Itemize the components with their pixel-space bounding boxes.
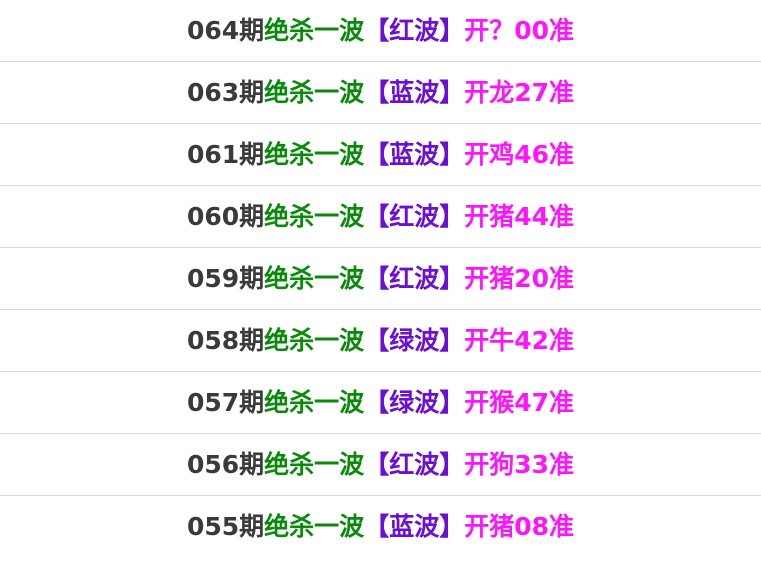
result-label: 开猪08准 — [464, 512, 574, 541]
result-label: 开牛42准 — [464, 326, 574, 355]
period-label: 058期 — [186, 326, 265, 355]
kill-label: 绝杀一波 — [264, 326, 365, 355]
list-item: 063期绝杀一波【蓝波】开龙27准 — [0, 62, 761, 124]
period-label: 056期 — [186, 450, 265, 479]
kill-label: 绝杀一波 — [264, 202, 365, 231]
kill-label: 绝杀一波 — [264, 264, 365, 293]
wave-label: 【蓝波】 — [364, 140, 465, 169]
kill-label: 绝杀一波 — [264, 512, 365, 541]
list-item: 056期绝杀一波【红波】开狗33准 — [0, 434, 761, 496]
result-label: 开猪20准 — [464, 264, 574, 293]
result-label: 开猴47准 — [464, 388, 574, 417]
wave-label: 【红波】 — [364, 264, 465, 293]
result-label: 开猪44准 — [464, 202, 574, 231]
list-item: 064期绝杀一波【红波】开？00准 — [0, 0, 761, 62]
kill-label: 绝杀一波 — [264, 16, 365, 45]
kill-label: 绝杀一波 — [264, 388, 365, 417]
wave-label: 【绿波】 — [364, 388, 465, 417]
result-label: 开龙27准 — [464, 78, 574, 107]
list-item: 060期绝杀一波【红波】开猪44准 — [0, 186, 761, 248]
prediction-list: 064期绝杀一波【红波】开？00准 063期绝杀一波【蓝波】开龙27准 061期… — [0, 0, 761, 558]
period-label: 063期 — [186, 78, 265, 107]
list-item: 058期绝杀一波【绿波】开牛42准 — [0, 310, 761, 372]
wave-label: 【蓝波】 — [364, 512, 465, 541]
period-label: 060期 — [186, 202, 265, 231]
wave-label: 【红波】 — [364, 450, 465, 479]
result-label: 开？00准 — [464, 16, 574, 45]
result-label: 开鸡46准 — [464, 140, 574, 169]
list-item: 055期绝杀一波【蓝波】开猪08准 — [0, 496, 761, 558]
period-label: 061期 — [186, 140, 265, 169]
list-item: 061期绝杀一波【蓝波】开鸡46准 — [0, 124, 761, 186]
kill-label: 绝杀一波 — [264, 140, 365, 169]
wave-label: 【红波】 — [364, 16, 465, 45]
wave-label: 【绿波】 — [364, 326, 465, 355]
period-label: 057期 — [186, 388, 265, 417]
period-label: 055期 — [186, 512, 265, 541]
result-label: 开狗33准 — [464, 450, 574, 479]
list-item: 059期绝杀一波【红波】开猪20准 — [0, 248, 761, 310]
period-label: 059期 — [186, 264, 265, 293]
wave-label: 【蓝波】 — [364, 78, 465, 107]
period-label: 064期 — [186, 16, 265, 45]
wave-label: 【红波】 — [364, 202, 465, 231]
kill-label: 绝杀一波 — [264, 450, 365, 479]
list-item: 057期绝杀一波【绿波】开猴47准 — [0, 372, 761, 434]
kill-label: 绝杀一波 — [264, 78, 365, 107]
